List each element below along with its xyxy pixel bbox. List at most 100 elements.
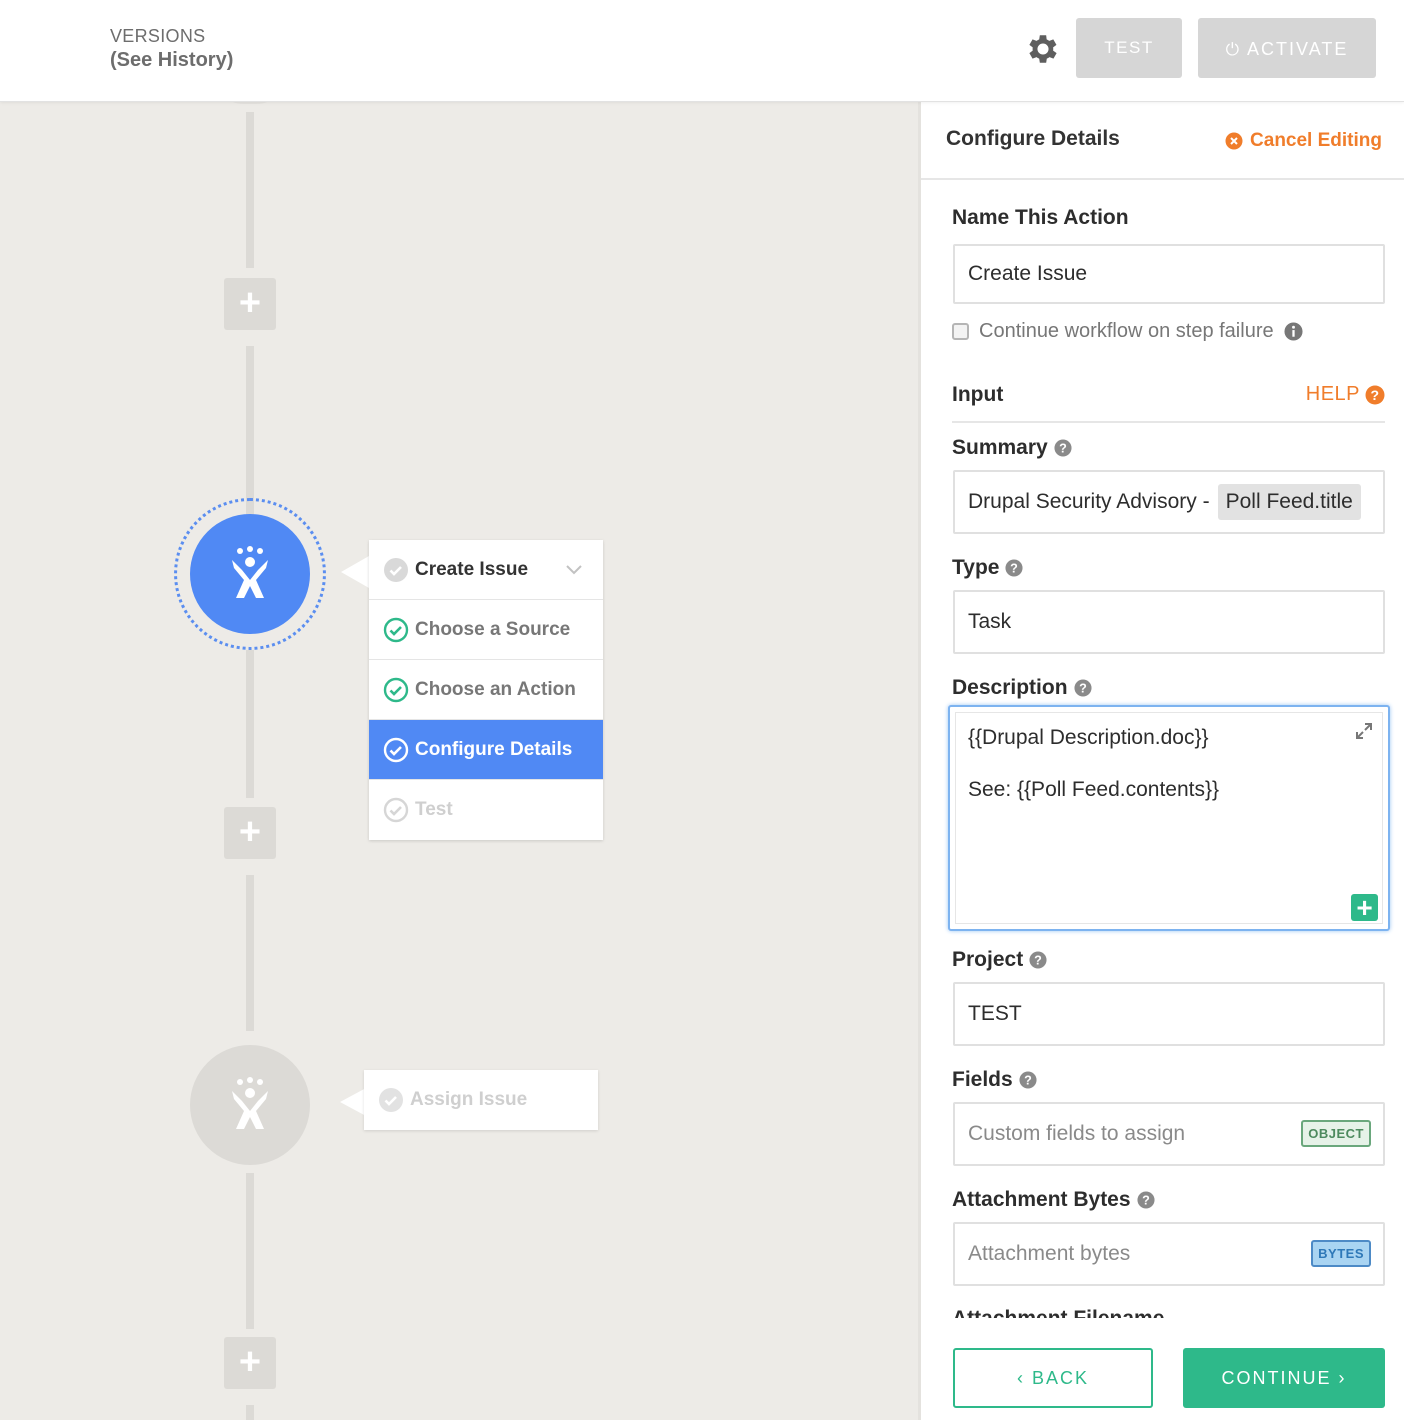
- assign-issue-step-node[interactable]: [190, 1045, 310, 1165]
- step-menu-item-choose-source[interactable]: Choose a Source: [369, 600, 603, 660]
- attachment-bytes-placeholder: Attachment bytes: [968, 1242, 1131, 1265]
- fields-input[interactable]: Custom fields to assign OBJECT: [953, 1102, 1385, 1166]
- versions-label: VERSIONS: [110, 26, 206, 46]
- add-step-button[interactable]: +: [224, 278, 276, 330]
- check-circle-icon: [384, 557, 408, 582]
- test-button[interactable]: TEST: [1076, 18, 1182, 78]
- continue-button[interactable]: CONTINUE ›: [1183, 1348, 1385, 1408]
- step-menu-item-label: Configure Details: [415, 738, 573, 760]
- object-type-badge: OBJECT: [1301, 1120, 1371, 1147]
- question-circle-icon[interactable]: ?: [1136, 1191, 1155, 1209]
- description-editor[interactable]: {{Drupal Description.doc}} See: {{Poll F…: [955, 712, 1383, 924]
- jira-service-desk-icon: [232, 1077, 268, 1129]
- summary-input[interactable]: Drupal Security Advisory - Poll Feed.tit…: [953, 470, 1385, 534]
- cancel-editing-button[interactable]: Cancel Editing: [1225, 130, 1382, 152]
- description-label-text: Description: [952, 676, 1068, 699]
- workflow-connector: [246, 875, 254, 1031]
- svg-text:?: ?: [1079, 682, 1087, 696]
- input-label: Input: [952, 383, 1004, 406]
- versions-link[interactable]: VERSIONS (See History): [110, 24, 233, 72]
- description-textarea[interactable]: {{Drupal Description.doc}} See: {{Poll F…: [948, 705, 1390, 931]
- description-label: Description ?: [952, 676, 1092, 700]
- check-circle-icon: [383, 677, 409, 702]
- name-action-label: Name This Action: [952, 206, 1129, 229]
- configure-panel: Configure Details Cancel Editing Name Th…: [918, 102, 1404, 1420]
- gear-icon[interactable]: [1024, 30, 1062, 68]
- see-history-label[interactable]: (See History): [110, 48, 233, 72]
- project-label: Project ?: [952, 948, 1047, 972]
- assign-issue-step-card[interactable]: Assign Issue: [364, 1070, 598, 1130]
- add-step-button[interactable]: +: [224, 807, 276, 859]
- continue-on-failure-checkbox[interactable]: [952, 323, 969, 340]
- menu-pointer: [341, 556, 369, 588]
- close-circle-icon: [1225, 132, 1243, 150]
- power-icon: ⏻: [1225, 40, 1242, 59]
- description-line: See: {{Poll Feed.contents}}: [968, 778, 1220, 801]
- check-circle-icon: [383, 737, 409, 762]
- check-circle-icon: [379, 1088, 403, 1112]
- expand-icon[interactable]: [1354, 721, 1374, 741]
- info-icon[interactable]: [1284, 322, 1303, 341]
- step-menu-item-label: Choose an Action: [415, 678, 576, 700]
- back-button[interactable]: ‹ BACK: [953, 1348, 1153, 1408]
- question-circle-icon[interactable]: ?: [1019, 1071, 1037, 1089]
- step-menu-item-label: Test: [415, 799, 453, 820]
- attachment-filename-label: Attachment Filename: [952, 1306, 1164, 1318]
- activate-button[interactable]: ⏻ ACTIVATE: [1198, 18, 1376, 78]
- action-name-input[interactable]: Create Issue: [953, 244, 1385, 304]
- step-menu-item-label: Choose a Source: [415, 618, 571, 640]
- svg-text:?: ?: [1011, 562, 1019, 576]
- create-issue-step-node[interactable]: [190, 514, 310, 634]
- description-line: {{Drupal Description.doc}}: [968, 726, 1209, 749]
- svg-text:?: ?: [1034, 954, 1042, 968]
- question-circle-icon[interactable]: ?: [1005, 559, 1024, 577]
- step-menu-item-test[interactable]: Test: [369, 780, 603, 840]
- step-menu-title: Create Issue: [415, 558, 529, 580]
- panel-title: Configure Details: [946, 127, 1120, 150]
- workflow-connector: [246, 650, 254, 798]
- type-label-text: Type: [952, 556, 1000, 579]
- workflow-connector: [246, 112, 254, 268]
- menu-pointer: [340, 1088, 366, 1116]
- insert-variable-button[interactable]: +: [1351, 894, 1378, 922]
- svg-text:?: ?: [1024, 1074, 1032, 1088]
- summary-label: Summary ?: [952, 436, 1072, 460]
- bytes-type-badge: BYTES: [1311, 1240, 1371, 1267]
- add-step-button[interactable]: +: [224, 1337, 276, 1389]
- step-menu: Create Issue Choose a Source Choose an A…: [369, 540, 603, 840]
- type-label: Type ?: [952, 556, 1024, 580]
- question-circle-icon[interactable]: ?: [1029, 951, 1047, 969]
- step-menu-item-choose-action[interactable]: Choose an Action: [369, 660, 603, 720]
- continue-on-failure-row: Continue workflow on step failure: [952, 320, 1303, 343]
- question-circle-icon: ?: [1365, 385, 1385, 404]
- svg-text:?: ?: [1059, 442, 1067, 456]
- activate-label: ACTIVATE: [1247, 39, 1349, 59]
- fields-placeholder: Custom fields to assign: [968, 1122, 1186, 1145]
- step-menu-header[interactable]: Create Issue: [369, 540, 603, 600]
- svg-text:?: ?: [1142, 1194, 1150, 1208]
- help-label: HELP: [1305, 383, 1360, 405]
- continue-on-failure-label[interactable]: Continue workflow on step failure: [979, 320, 1274, 343]
- project-label-text: Project: [952, 948, 1024, 971]
- svg-text:?: ?: [1370, 387, 1379, 403]
- question-circle-icon[interactable]: ?: [1054, 439, 1072, 457]
- summary-variable-pill[interactable]: Poll Feed.title: [1217, 484, 1361, 520]
- panel-header: Configure Details Cancel Editing: [921, 102, 1404, 180]
- top-bar: VERSIONS (See History) TEST ⏻ ACTIVATE: [0, 0, 1404, 102]
- project-input[interactable]: TEST: [953, 982, 1385, 1046]
- summary-label-text: Summary: [952, 436, 1048, 459]
- chevron-down-icon[interactable]: [565, 560, 583, 578]
- assign-issue-label: Assign Issue: [410, 1089, 528, 1110]
- check-circle-icon: [383, 797, 409, 823]
- type-input[interactable]: Task: [953, 590, 1385, 654]
- attachment-bytes-label: Attachment Bytes ?: [952, 1188, 1155, 1212]
- help-link[interactable]: HELP ?: [1306, 383, 1385, 406]
- attachment-bytes-input[interactable]: Attachment bytes BYTES: [953, 1222, 1385, 1286]
- workflow-connector: [246, 1405, 254, 1420]
- input-section-header: Input HELP ?: [952, 383, 1385, 423]
- step-menu-item-configure-details[interactable]: Configure Details: [369, 720, 603, 780]
- workflow-connector: [246, 1173, 254, 1329]
- summary-text: Drupal Security Advisory -: [968, 490, 1210, 513]
- check-circle-icon: [383, 617, 409, 642]
- question-circle-icon[interactable]: ?: [1073, 679, 1092, 697]
